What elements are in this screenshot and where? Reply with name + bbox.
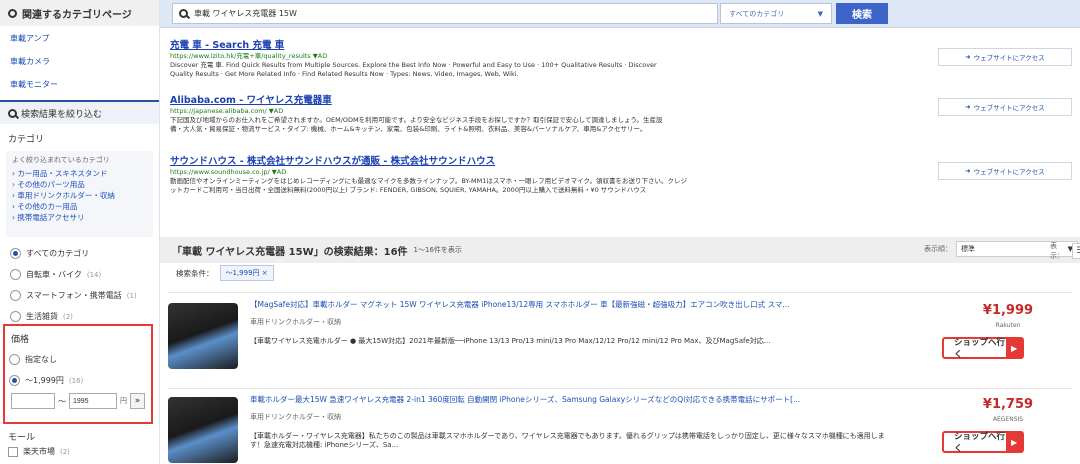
popular-link[interactable]: › その他のカー用品	[12, 201, 147, 212]
ad-description: 動画配信やオンラインミーティングをはじめレコーディングにも最適なマイクを多数ライ…	[170, 177, 687, 194]
ad-url[interactable]: https://japanese.alibaba.com/ ▼AD	[170, 107, 970, 116]
popular-link[interactable]: › 車用ドリンクホルダー・収納	[12, 190, 147, 201]
product-item: 【MagSafe対応】車載ホルダー マグネット 15W ワイヤレス充電器 iPh…	[168, 292, 1072, 388]
shop-name: Rakuten	[995, 322, 1021, 329]
display-control: 表示： ☰ ▦	[1050, 241, 1080, 261]
category-radio-all[interactable]: すべてのカテゴリ	[0, 243, 159, 264]
related-link-camera[interactable]: 車載カメラ	[0, 56, 159, 68]
results-title: 「車載 ワイヤレス充電器 15W」の検索結果：16件	[172, 246, 408, 258]
mall-option-rakuten[interactable]: 楽天市場 (2)	[8, 446, 70, 457]
ad-title[interactable]: Alibaba.com - ワイヤレス充電器車	[170, 95, 970, 107]
related-categories-heading: 関連するカテゴリページ	[0, 0, 159, 26]
ad-block: サウンドハウス - 株式会社サウンドハウスが通販 - 株式会社サウンドハウス h…	[170, 156, 970, 195]
circle-icon	[8, 8, 17, 18]
price-max-input[interactable]	[69, 393, 117, 409]
popular-link[interactable]: › 携帯電話アクセサリ	[12, 212, 147, 223]
category-select[interactable]: すべてのカテゴリ ▼	[720, 3, 832, 24]
ad-title[interactable]: 充電 車 - Search 充電 車	[170, 40, 970, 52]
product-category: 車用ドリンクホルダー・収納	[250, 413, 341, 421]
search-icon	[179, 9, 188, 18]
ad-block: 充電 車 - Search 充電 車 https://www.izito.hk/…	[170, 40, 970, 79]
chevron-down-icon: ▼	[817, 9, 823, 18]
shop-name: AEGENSIS	[992, 416, 1024, 423]
popular-label: よく絞り込まれているカテゴリ	[12, 156, 110, 164]
visit-website-button[interactable]: ➜ ウェブサイトにアクセス	[938, 98, 1072, 116]
product-category: 車用ドリンクホルダー・収納	[250, 318, 341, 326]
product-image[interactable]	[168, 303, 238, 369]
product-image[interactable]	[168, 397, 238, 463]
price-radio-none[interactable]: 指定なし	[5, 349, 151, 370]
list-view-icon[interactable]: ☰	[1072, 243, 1080, 259]
radio-button[interactable]	[10, 290, 21, 301]
ad-description: 下記国及び地域からのお仕入れをご希望されますか。OEM/ODMを利用可能です。よ…	[170, 116, 663, 133]
radio-button[interactable]	[10, 248, 21, 259]
arrow-right-icon: ➜	[965, 103, 971, 111]
ad-description: Discover 充電 車. Find Quick Results from M…	[170, 61, 657, 78]
checkbox[interactable]	[8, 446, 18, 457]
radio-button[interactable]	[9, 354, 20, 365]
ad-url[interactable]: https://www.soundhouse.co.jp/ ▼AD	[170, 168, 970, 177]
radio-button[interactable]	[9, 375, 20, 386]
mall-title: モール	[8, 433, 36, 443]
arrow-right-icon: ▶	[1006, 338, 1022, 358]
category-title: カテゴリ	[8, 135, 45, 145]
refine-heading: 検索結果を絞り込む	[0, 100, 159, 124]
price-go-button[interactable]: »	[130, 393, 145, 409]
ad-block: Alibaba.com - ワイヤレス充電器車 https://japanese…	[170, 95, 970, 134]
radio-button[interactable]	[10, 269, 21, 280]
arrow-right-icon: ▶	[1006, 432, 1022, 452]
results-range: 1〜16件を表示	[413, 246, 462, 254]
price-title: 価格	[11, 335, 30, 345]
visit-website-button[interactable]: ➜ ウェブサイトにアクセス	[938, 162, 1072, 180]
search-conditions: 検索条件： 〜1,999円 ×	[176, 264, 274, 282]
arrow-right-icon: ➜	[965, 167, 971, 175]
search-icon	[8, 108, 17, 118]
category-radio-smartphone[interactable]: スマートフォン・携帯電話 (1)	[0, 285, 159, 306]
price-unit: 円	[120, 397, 127, 405]
price-radio-under-1999[interactable]: 〜1,999円 (16)	[5, 370, 151, 391]
ad-url[interactable]: https://www.izito.hk/充電+車/quality_result…	[170, 52, 970, 61]
product-item: 車載ホルダー最大15W 急速ワイヤレス充電器 2-in1 360度回転 自動開閉…	[168, 388, 1072, 464]
search-input[interactable]: 車載 ワイヤレス充電器 15W	[172, 3, 718, 24]
price-min-input[interactable]	[11, 393, 55, 409]
arrow-right-icon: ➜	[965, 53, 971, 61]
product-description: 【車載ホルダー・ワイヤレス充電器】私たちのこの製品は車載スマホホルダーであり、ワ…	[250, 432, 885, 449]
product-title[interactable]: 【MagSafe対応】車載ホルダー マグネット 15W ワイヤレス充電器 iPh…	[250, 300, 890, 310]
product-description: 【車載ワイヤレス充電ホルダー ● 最大15W対応】2021年最新版──iPhon…	[250, 337, 771, 345]
related-link-monitor[interactable]: 車載モニター	[0, 79, 159, 91]
product-price: ¥1,759	[982, 397, 1034, 412]
go-to-shop-button[interactable]: ショップへ行く ▶	[942, 431, 1024, 454]
visit-website-button[interactable]: ➜ ウェブサイトにアクセス	[938, 48, 1072, 66]
ad-title[interactable]: サウンドハウス - 株式会社サウンドハウスが通販 - 株式会社サウンドハウス	[170, 156, 970, 168]
product-title[interactable]: 車載ホルダー最大15W 急速ワイヤレス充電器 2-in1 360度回転 自動開閉…	[250, 395, 890, 405]
popular-link[interactable]: › その他のパーツ用品	[12, 179, 147, 190]
search-button[interactable]: 検索	[836, 3, 888, 24]
results-header: 「車載 ワイヤレス充電器 15W」の検索結果：16件 1〜16件を表示 表示順：…	[160, 237, 1080, 263]
search-bar: 車載 ワイヤレス充電器 15W すべてのカテゴリ ▼ 検索	[160, 0, 1080, 28]
related-link-amp[interactable]: 車載アンプ	[0, 33, 159, 45]
category-radio-bike[interactable]: 自転車・バイク (14)	[0, 264, 159, 285]
condition-chip[interactable]: 〜1,999円 ×	[219, 265, 274, 281]
price-filter: 価格 指定なし 〜1,999円 (16) 〜 円 »	[3, 324, 153, 424]
product-price: ¥1,999	[982, 303, 1034, 318]
popular-link[interactable]: › カー用品・スキネスタンド	[12, 168, 147, 179]
go-to-shop-button[interactable]: ショップへ行く ▶	[942, 337, 1024, 360]
radio-button[interactable]	[10, 311, 21, 322]
popular-categories: よく絞り込まれているカテゴリ › カー用品・スキネスタンド › その他のパーツ用…	[6, 151, 153, 237]
price-tilde: 〜	[58, 396, 66, 406]
